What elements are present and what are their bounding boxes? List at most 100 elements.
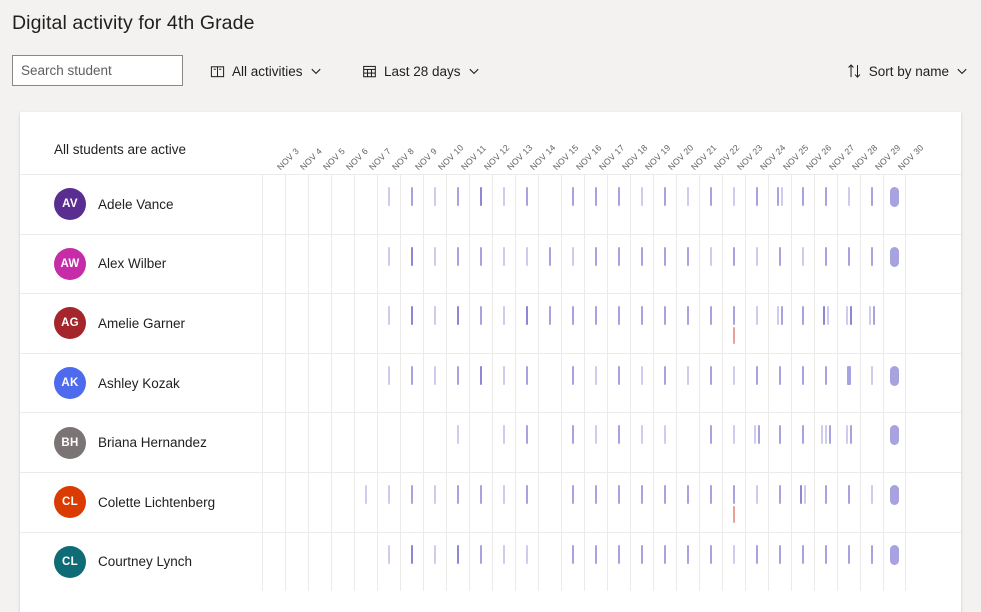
activity-cell[interactable] (561, 175, 584, 234)
all-activities-filter-button[interactable]: All activities (206, 57, 325, 85)
activity-cell[interactable] (630, 234, 653, 294)
activity-cell[interactable] (607, 234, 630, 294)
activity-cell[interactable] (791, 532, 814, 592)
activity-cell[interactable] (446, 472, 469, 532)
activity-cell[interactable] (584, 472, 607, 532)
activity-cell[interactable] (814, 472, 837, 532)
activity-cell[interactable] (561, 294, 584, 353)
activity-cell[interactable] (768, 413, 791, 472)
activity-cell[interactable] (722, 353, 745, 413)
sort-by-name-button[interactable]: Sort by name (843, 57, 971, 85)
activity-cell[interactable] (561, 353, 584, 413)
search-input[interactable] (12, 55, 183, 86)
activity-cell[interactable] (285, 294, 308, 353)
activity-cell[interactable] (446, 532, 469, 592)
activity-cell[interactable] (285, 234, 308, 294)
student-cell[interactable]: CL Courtney Lynch (20, 533, 262, 592)
activity-cell[interactable] (469, 532, 492, 592)
activity-cell[interactable] (722, 294, 745, 353)
activity-cell[interactable] (561, 234, 584, 294)
activity-cell[interactable] (331, 472, 354, 532)
activity-cell[interactable] (607, 532, 630, 592)
activity-cell[interactable] (584, 175, 607, 234)
activity-cell[interactable] (676, 353, 699, 413)
activity-cell[interactable] (285, 532, 308, 592)
activity-cell[interactable] (400, 353, 423, 413)
activity-cell[interactable] (745, 353, 768, 413)
activity-cell[interactable] (653, 532, 676, 592)
activity-cell[interactable] (400, 532, 423, 592)
table-row[interactable]: AV Adele Vance (20, 174, 961, 234)
activity-cell[interactable] (400, 413, 423, 472)
activity-cell[interactable] (377, 294, 400, 353)
activity-cell[interactable] (423, 472, 446, 532)
activity-cell[interactable] (630, 472, 653, 532)
activity-cell[interactable] (308, 294, 331, 353)
activity-cell[interactable] (446, 175, 469, 234)
activity-cell[interactable] (538, 294, 561, 353)
activity-cell[interactable] (837, 472, 860, 532)
activity-cell[interactable] (262, 175, 285, 234)
activity-cell[interactable] (308, 353, 331, 413)
activity-cell[interactable] (377, 234, 400, 294)
activity-cell[interactable] (584, 532, 607, 592)
activity-cell[interactable] (860, 472, 883, 532)
activity-cell[interactable] (883, 413, 906, 472)
activity-cell[interactable] (400, 294, 423, 353)
activity-cell[interactable] (745, 294, 768, 353)
student-cell[interactable]: AK Ashley Kozak (20, 354, 262, 413)
activity-cell[interactable] (699, 472, 722, 532)
activity-cell[interactable] (354, 353, 377, 413)
activity-cell[interactable] (515, 294, 538, 353)
activity-cell[interactable] (354, 294, 377, 353)
activity-cell[interactable] (676, 294, 699, 353)
activity-cell[interactable] (768, 175, 791, 234)
activity-cell[interactable] (469, 472, 492, 532)
activity-cell[interactable] (538, 175, 561, 234)
activity-cell[interactable] (791, 413, 814, 472)
activity-cell[interactable] (285, 353, 308, 413)
activity-cell[interactable] (492, 532, 515, 592)
activity-cell[interactable] (653, 353, 676, 413)
activity-cell[interactable] (676, 413, 699, 472)
activity-cell[interactable] (699, 294, 722, 353)
activity-cell[interactable] (814, 175, 837, 234)
activity-cell[interactable] (423, 353, 446, 413)
activity-cell[interactable] (515, 175, 538, 234)
activity-cell[interactable] (722, 234, 745, 294)
activity-cell[interactable] (883, 294, 906, 353)
activity-cell[interactable] (561, 532, 584, 592)
activity-cell[interactable] (607, 175, 630, 234)
activity-cell[interactable] (446, 294, 469, 353)
activity-cell[interactable] (377, 175, 400, 234)
activity-cell[interactable] (515, 413, 538, 472)
activity-cell[interactable] (538, 353, 561, 413)
activity-cell[interactable] (745, 472, 768, 532)
activity-cell[interactable] (584, 294, 607, 353)
activity-cell[interactable] (607, 413, 630, 472)
activity-cell[interactable] (814, 353, 837, 413)
activity-cell[interactable] (492, 234, 515, 294)
student-cell[interactable]: BH Briana Hernandez (20, 413, 262, 472)
activity-cell[interactable] (308, 532, 331, 592)
table-row[interactable]: CL Colette Lichtenberg (20, 471, 961, 532)
student-cell[interactable]: AW Alex Wilber (20, 235, 262, 294)
activity-cell[interactable] (745, 532, 768, 592)
activity-cell[interactable] (285, 175, 308, 234)
activity-cell[interactable] (768, 353, 791, 413)
activity-cell[interactable] (791, 294, 814, 353)
activity-cell[interactable] (791, 175, 814, 234)
activity-cell[interactable] (285, 413, 308, 472)
table-row[interactable]: AW Alex Wilber (20, 233, 961, 294)
activity-cell[interactable] (400, 234, 423, 294)
activity-cell[interactable] (354, 532, 377, 592)
activity-cell[interactable] (423, 413, 446, 472)
activity-cell[interactable] (837, 234, 860, 294)
activity-cell[interactable] (883, 472, 906, 532)
activity-cell[interactable] (262, 532, 285, 592)
activity-cell[interactable] (354, 472, 377, 532)
activity-cell[interactable] (492, 175, 515, 234)
activity-cell[interactable] (676, 532, 699, 592)
date-range-button[interactable]: Last 28 days (358, 57, 483, 85)
activity-cell[interactable] (607, 353, 630, 413)
